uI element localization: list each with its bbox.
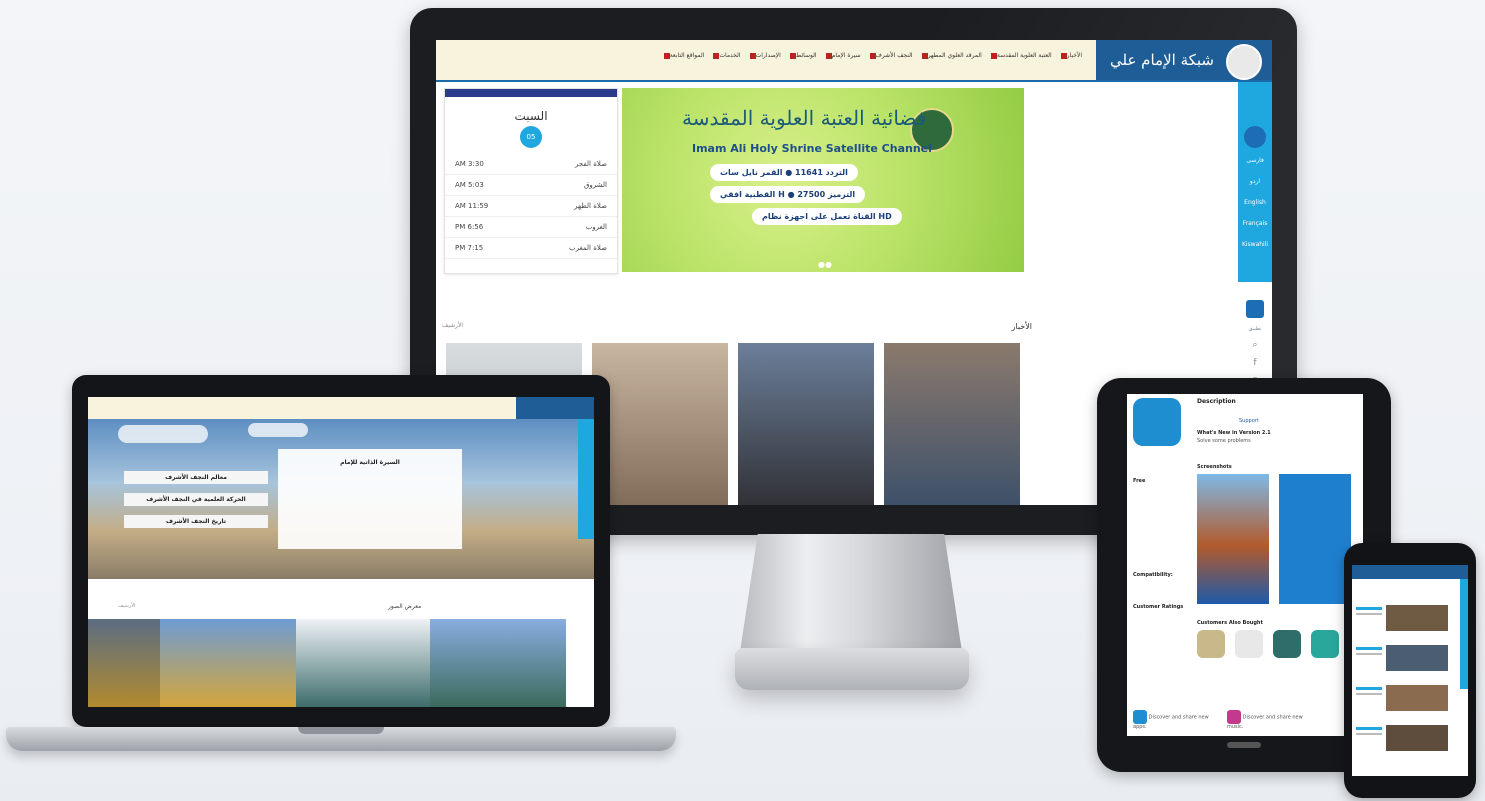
laptop-sidebar bbox=[578, 419, 594, 539]
phone-screen bbox=[1352, 565, 1468, 776]
tablet-compatibility: Compatibility: bbox=[1133, 572, 1173, 578]
tablet-whats-new: What's New in Version 2.1 bbox=[1197, 430, 1271, 436]
prayer-widget-bar bbox=[445, 89, 617, 97]
najaf-landmarks-button[interactable]: معالم النجف الأشرف bbox=[124, 471, 268, 484]
related-app-icon[interactable] bbox=[1235, 630, 1263, 658]
tablet-screen: Description Support What's New in Versio… bbox=[1127, 394, 1363, 736]
lang-english[interactable]: English bbox=[1238, 199, 1272, 206]
biography-panel-title: السيرة الذاتية للإمام bbox=[340, 459, 400, 466]
related-app-icon[interactable] bbox=[1197, 630, 1225, 658]
prayer-day: السبت bbox=[514, 109, 548, 123]
menu-item-mausoleum[interactable]: المرقد العلوي المطهر bbox=[920, 52, 982, 59]
prayer-times-widget: السبت 05 AM 3:30 صلاة الفجر AM 5:03 الشروق… bbox=[444, 88, 618, 274]
tablet-customer-ratings: Customer Ratings bbox=[1133, 604, 1184, 610]
menu-item-publications[interactable]: الإصدارات bbox=[748, 52, 781, 59]
news-photo[interactable] bbox=[738, 343, 874, 510]
lang-french[interactable]: Français bbox=[1238, 220, 1272, 227]
facebook-icon[interactable]: f bbox=[1246, 358, 1264, 368]
tablet-description-label: Description bbox=[1197, 398, 1236, 405]
footer-discover-music[interactable]: Discover and share new music. bbox=[1227, 710, 1317, 730]
related-app-icon[interactable] bbox=[1311, 630, 1339, 658]
app-label: تطبيق bbox=[1248, 326, 1262, 332]
archive-link[interactable]: الأرشيف bbox=[442, 322, 463, 329]
laptop-screen: معالم النجف الأشرف الحركة العلمية في الن… bbox=[88, 397, 594, 707]
phone bbox=[1344, 543, 1476, 798]
top-navbar: شبكة الإمام علي الأخبار العتبة العلوية ا… bbox=[436, 40, 1272, 82]
tablet-screenshot[interactable] bbox=[1197, 474, 1269, 604]
laptop-navbar bbox=[88, 397, 594, 420]
tablet-screenshot[interactable] bbox=[1279, 474, 1351, 604]
menu-item-services[interactable]: الخدمات bbox=[711, 52, 741, 59]
menu-item-news[interactable]: الأخبار bbox=[1059, 52, 1082, 59]
app-store-icon bbox=[1133, 398, 1181, 446]
sidebar-toggle-icon[interactable] bbox=[1244, 126, 1266, 148]
laptop-hero-image: معالم النجف الأشرف الحركة العلمية في الن… bbox=[88, 419, 594, 579]
tablet-free-label: Free bbox=[1133, 478, 1146, 484]
tablet-support-link[interactable]: Support bbox=[1239, 418, 1259, 424]
prayer-row: AM 3:30 صلاة الفجر bbox=[445, 154, 617, 175]
prayer-row: PM 6:56 الغروب bbox=[445, 217, 617, 238]
phone-news-item[interactable] bbox=[1356, 721, 1450, 753]
hero-cloud bbox=[248, 423, 308, 437]
related-app-icon[interactable] bbox=[1273, 630, 1301, 658]
carousel-dots[interactable]: ●● bbox=[818, 260, 832, 269]
phone-news-item[interactable] bbox=[1356, 681, 1450, 713]
logo-seal-icon bbox=[1226, 44, 1262, 80]
music-footer-icon bbox=[1227, 710, 1241, 724]
laptop-logo[interactable] bbox=[516, 397, 594, 419]
app-icon[interactable] bbox=[1246, 300, 1264, 318]
lang-persian[interactable]: فارسی bbox=[1238, 157, 1272, 164]
monitor-stand-base bbox=[735, 648, 969, 690]
phone-navbar bbox=[1352, 565, 1468, 579]
gallery-photo[interactable] bbox=[430, 619, 566, 707]
laptop-archive-link[interactable]: الأرشيف bbox=[118, 603, 136, 609]
banner-hd-note: القناة تعمل على اجهزة نظام HD bbox=[752, 208, 902, 225]
hero-cloud bbox=[118, 425, 208, 443]
gallery-photo[interactable] bbox=[160, 619, 296, 707]
phone-news-item[interactable] bbox=[1356, 601, 1450, 633]
main-menu: الأخبار العتبة العلوية المقدسة المرقد ال… bbox=[662, 52, 1082, 59]
menu-item-affiliates[interactable]: المواقع التابعة bbox=[662, 52, 704, 59]
tablet-home-button bbox=[1227, 742, 1261, 748]
menu-item-najaf[interactable]: النجف الأشرف bbox=[868, 52, 913, 59]
phone-news-item[interactable] bbox=[1356, 641, 1450, 673]
banner-subtitle: Imam Ali Holy Shrine Satellite Channel bbox=[692, 142, 932, 155]
biography-panel: السيرة الذاتية للإمام bbox=[278, 449, 462, 549]
lang-urdu[interactable]: اردو bbox=[1238, 178, 1272, 185]
najaf-history-button[interactable]: تاريخ النجف الأشرف bbox=[124, 515, 268, 528]
language-sidebar: عربي فارسی اردو English Français Kiswahi… bbox=[1238, 82, 1272, 282]
prayer-date-badge: 05 bbox=[520, 126, 542, 148]
site-logo-text: شبكة الإمام علي bbox=[1110, 51, 1214, 69]
app-store-footer-icon bbox=[1133, 710, 1147, 724]
tablet-customers-also: Customers Also Bought bbox=[1197, 620, 1263, 626]
menu-item-shrine[interactable]: العتبة العلوية المقدسة bbox=[989, 52, 1052, 59]
menu-item-media[interactable]: الوسائط bbox=[788, 52, 817, 59]
site-logo[interactable]: شبكة الإمام علي bbox=[1096, 40, 1272, 80]
prayer-row: AM 5:03 الشروق bbox=[445, 175, 617, 196]
monitor-stand bbox=[740, 534, 962, 652]
menu-item-biography[interactable]: سيرة الإمام bbox=[824, 52, 861, 59]
banner-title: فضائية العتبة العلوية المقدسة bbox=[682, 106, 927, 130]
lang-swahili[interactable]: Kiswahili bbox=[1238, 241, 1272, 248]
footer-discover-apps[interactable]: Discover and share new apps. bbox=[1133, 710, 1223, 730]
news-heading: الأخبار bbox=[1011, 322, 1032, 331]
gallery-photo[interactable] bbox=[88, 619, 160, 707]
prayer-row: AM 11:59 صلاة الظهر bbox=[445, 196, 617, 217]
satellite-channel-banner[interactable]: فضائية العتبة العلوية المقدسة Imam Ali H… bbox=[622, 88, 1024, 272]
banner-frequency: التردد 11641 ● القمر نايل سات bbox=[710, 164, 858, 181]
banner-encoding: القطبية افقي H ● الترميز 27500 bbox=[710, 186, 866, 203]
prayer-row: PM 7:15 صلاة المغرب bbox=[445, 238, 617, 259]
scientific-movement-button[interactable]: الحركة العلمية في النجف الأشرف bbox=[124, 493, 268, 506]
news-photo[interactable] bbox=[592, 343, 728, 510]
tablet-screenshots-label: Screenshots bbox=[1197, 464, 1232, 470]
laptop: معالم النجف الأشرف الحركة العلمية في الن… bbox=[72, 375, 610, 727]
tablet-whats-new-body: Solve some problems bbox=[1197, 438, 1251, 444]
phone-sidebar bbox=[1460, 579, 1468, 689]
gallery-photo[interactable] bbox=[296, 619, 430, 707]
search-icon[interactable]: ⌕ bbox=[1246, 340, 1264, 350]
laptop-notch bbox=[298, 727, 384, 734]
laptop-base bbox=[6, 727, 676, 751]
news-photo[interactable] bbox=[884, 343, 1020, 510]
gallery-heading: معرض الصور bbox=[388, 603, 422, 610]
